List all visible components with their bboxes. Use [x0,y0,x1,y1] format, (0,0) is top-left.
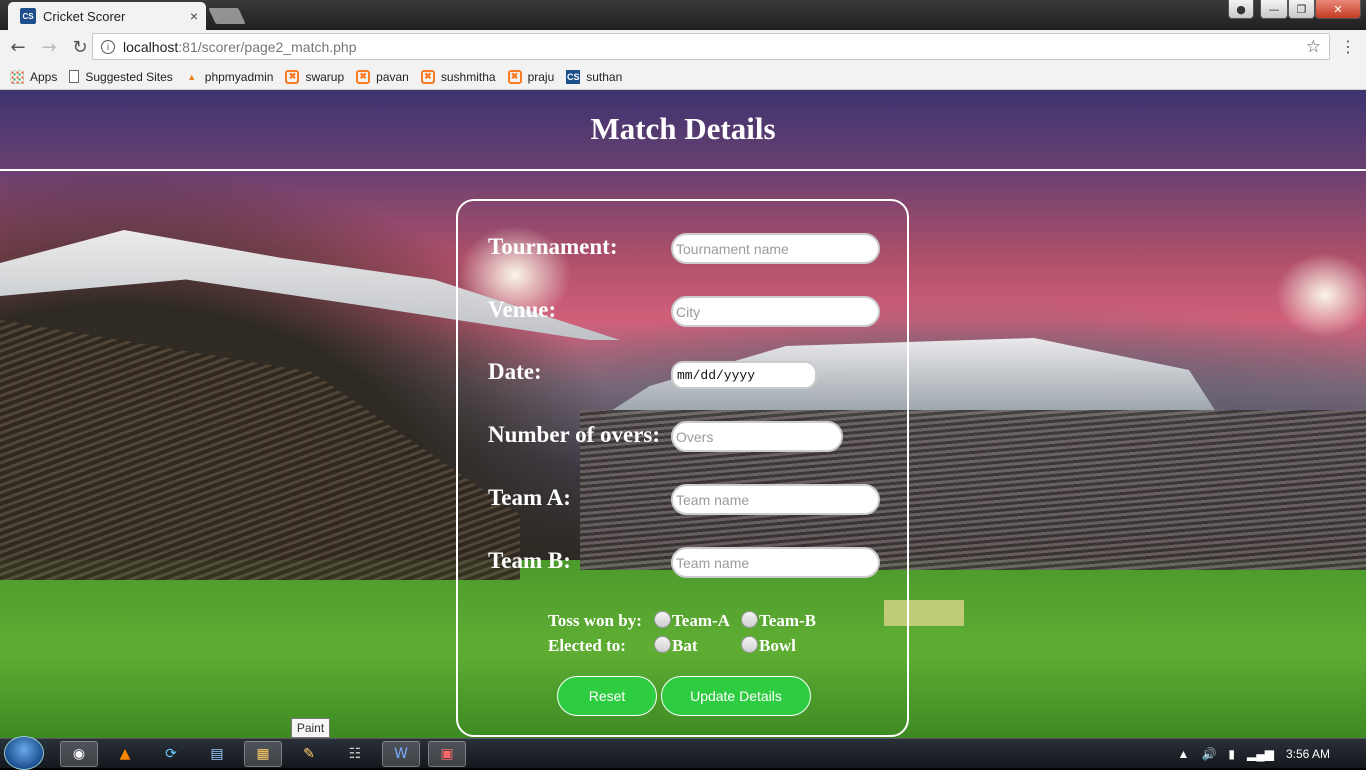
back-arrow-icon[interactable]: ← [5,37,31,58]
match-details-form: Tournament: Venue: Date: mm/dd/yyyy Numb… [456,199,909,737]
team-a-label: Team A: [488,485,571,510]
reload-icon[interactable]: ↻ [67,37,93,58]
profile-button[interactable]: ● [1228,0,1254,19]
update-details-button[interactable]: Update Details [661,676,811,716]
bookmark-label: swarup [305,69,345,84]
tournament-input[interactable] [671,233,880,264]
explorer-taskbar-icon[interactable]: ▦ [244,741,282,767]
xampp-icon: ✖ [420,69,435,84]
overs-input[interactable] [671,421,843,452]
network-icon[interactable]: ▂▄▆ [1247,747,1274,761]
browser-menu-icon[interactable]: ⋮ [1340,37,1356,56]
chrome-taskbar-icon[interactable]: ◉ [60,741,98,767]
elected-bowl-radio[interactable] [741,636,758,653]
bookmark-swarup[interactable]: ✖ swarup [285,69,345,84]
xampp-icon: ✖ [285,69,300,84]
team-a-input[interactable] [671,484,880,515]
sync-taskbar-icon[interactable]: ⟳ [152,741,190,767]
reset-button[interactable]: Reset [557,676,657,716]
url-path: :81/scorer/page2_match.php [178,38,357,55]
paint-tooltip: Paint [291,718,330,738]
cs-icon: CS [566,69,581,84]
toss-team-b-radio[interactable] [741,611,758,628]
xampp-icon: ✖ [356,69,371,84]
bookmark-label: praju [527,69,555,84]
elected-bat-radio[interactable] [654,636,671,653]
bookmark-label: Apps [30,69,58,84]
windows-taskbar: ◉ ▲ ⟳ ▤ ▦ ✎ ☷ W ▣ ▲ 🔊 ▮ ▂▄▆ 3:56 AM [0,736,1366,770]
date-label: Date: [488,359,542,384]
overs-label: Number of overs: [488,422,661,447]
tray-expand-icon[interactable]: ▲ [1178,747,1190,761]
xampp-icon: ✖ [507,69,522,84]
date-input[interactable]: mm/dd/yyyy [671,361,817,389]
battery-icon[interactable]: ▮ [1228,747,1235,761]
maximize-button[interactable]: ❐ [1288,0,1315,19]
browser-tab[interactable]: CS Cricket Scorer × [8,2,206,30]
elected-label: Elected to: [548,636,626,655]
venue-input[interactable] [671,296,880,327]
venue-label: Venue: [488,297,557,322]
cs-favicon-icon: CS [20,8,36,24]
page-icon [69,70,80,83]
minimize-button[interactable]: — [1260,0,1288,19]
bookmark-praju[interactable]: ✖ praju [507,69,555,84]
page-title: Match Details [590,110,776,146]
tournament-label: Tournament: [488,234,618,259]
bookmark-label: Suggested Sites [85,69,173,84]
team-b-label: Team B: [488,548,571,573]
toss-team-a-label: Team-A [672,611,730,630]
team-b-input[interactable] [671,547,880,578]
vlc-taskbar-icon[interactable]: ▲ [106,741,144,767]
bookmark-label: suthan [586,69,623,84]
bookmark-apps[interactable]: Apps [10,69,58,84]
bookmark-suthan[interactable]: CS suthan [566,69,623,84]
stadium-stands-left [0,320,520,580]
address-bar[interactable]: i localhost:81/scorer/page2_match.php ☆ [92,33,1330,60]
paint-taskbar-icon[interactable]: ✎ [290,741,328,767]
url-host: localhost [123,38,179,55]
bookmark-label: sushmitha [440,69,496,84]
notepad-taskbar-icon[interactable]: ☷ [336,741,374,767]
tab-close-icon[interactable]: × [190,8,198,24]
bookmark-label: pavan [376,69,409,84]
new-tab-button[interactable] [208,8,246,24]
bookmark-phpmyadmin[interactable]: ▲ phpmyadmin [185,69,274,84]
bookmark-label: phpmyadmin [204,69,274,84]
clock[interactable]: 3:56 AM [1286,747,1330,761]
elected-bat-label: Bat [672,636,698,655]
volume-icon[interactable]: 🔊 [1201,747,1216,761]
info-icon[interactable]: i [101,39,115,54]
apps-icon [10,69,24,84]
bookmark-star-icon[interactable]: ☆ [1306,37,1321,57]
close-window-button[interactable]: ✕ [1315,0,1361,19]
app-taskbar-icon[interactable]: ▣ [428,741,466,767]
window-titlebar: CS Cricket Scorer × ● — ❐ ✕ [0,0,1366,30]
word-taskbar-icon[interactable]: W [382,741,420,767]
bookmark-suggested-sites[interactable]: Suggested Sites [69,69,173,84]
browser-toolbar: ← → ↻ i localhost:81/scorer/page2_match.… [0,30,1366,64]
forward-arrow-icon[interactable]: → [36,37,62,58]
page-header: Match Details [0,90,1366,171]
elected-bowl-label: Bowl [759,636,796,655]
toss-team-b-label: Team-B [759,611,816,630]
stadium-background: Match Details Tournament: Venue: Date: m… [0,90,1366,738]
display-taskbar-icon[interactable]: ▤ [198,741,236,767]
system-tray: ▲ 🔊 ▮ ▂▄▆ 3:56 AM [1178,739,1366,769]
start-button[interactable] [4,736,44,770]
tab-title: Cricket Scorer [43,8,126,24]
bookmark-sushmitha[interactable]: ✖ sushmitha [420,69,496,84]
pma-icon: ▲ [187,71,197,82]
bookmark-pavan[interactable]: ✖ pavan [356,69,409,84]
toss-team-a-radio[interactable] [654,611,671,628]
toss-label: Toss won by: [548,611,642,630]
bookmarks-bar: Apps Suggested Sites ▲ phpmyadmin ✖ swarup… [0,64,1366,90]
